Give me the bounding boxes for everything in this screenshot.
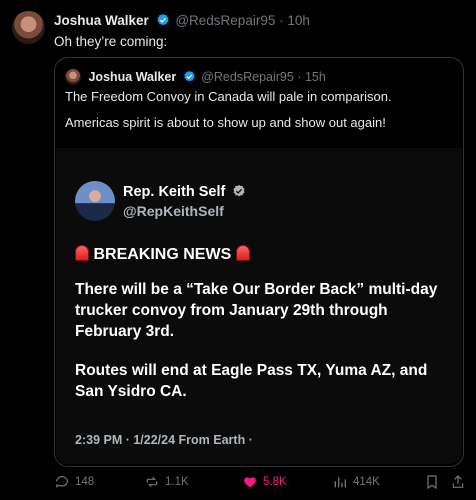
heart-filled-icon: [244, 477, 256, 488]
quoted-author-avatar: [65, 69, 81, 85]
action-bar: 148 1.1K 5.8K 414K: [54, 474, 464, 494]
repost-icon: [146, 476, 158, 488]
views-button[interactable]: 414K: [332, 474, 380, 490]
media-paragraph-2: Routes will end at Eagle Pass TX, Yuma A…: [75, 362, 428, 400]
quoted-post[interactable]: Joshua Walker @RedsRepair95 · 15h The Fr…: [54, 57, 464, 467]
quoted-media-image[interactable]: Rep. Keith Self @RepKeithSelf BREAKING N…: [56, 148, 462, 464]
quoted-author-handle: @RedsRepair95: [201, 70, 294, 84]
media-author-name: Rep. Keith Self: [123, 184, 248, 202]
views-count: 414K: [353, 476, 380, 488]
repost-count: 1.1K: [165, 476, 189, 488]
siren-icon: [235, 245, 250, 261]
dot-separator: ·: [279, 13, 284, 28]
like-count: 5.8K: [263, 476, 287, 488]
siren-icon: [75, 245, 89, 261]
media-author-name-text: Rep. Keith Self: [123, 184, 226, 200]
quoted-author-name: Joshua Walker: [88, 70, 177, 84]
media-author-avatar: [75, 181, 115, 221]
media-body: There will be a “Take Our Border Back” m…: [75, 279, 445, 420]
bookmark-button[interactable]: [424, 474, 440, 490]
author-avatar[interactable]: [12, 11, 45, 44]
quoted-line-1: The Freedom Convoy in Canada will pale i…: [65, 89, 392, 104]
repost-button[interactable]: 1.1K: [144, 474, 189, 490]
like-button[interactable]: 5.8K: [242, 474, 287, 490]
post-header: Joshua Walker @RedsRepair95 · 10h: [54, 13, 310, 30]
verified-icon: [183, 70, 196, 86]
media-author-handle: @RepKeithSelf: [123, 203, 224, 219]
breaking-news-text: BREAKING NEWS: [93, 246, 232, 263]
quoted-line-2: Americas spirit is about to show up and …: [65, 115, 386, 130]
author-name[interactable]: Joshua Walker: [54, 13, 149, 28]
share-icon: [452, 475, 464, 488]
post-time[interactable]: 10h: [287, 13, 310, 28]
quoted-post-header: Joshua Walker @RedsRepair95 · 15h: [65, 69, 326, 86]
analytics-icon: [334, 477, 346, 488]
bookmark-icon: [427, 475, 437, 490]
reply-icon: [55, 476, 68, 488]
media-timestamp: 2:39 PM · 1/22/24 From Earth ·: [75, 433, 253, 447]
quoted-post-text: The Freedom Convoy in Canada will pale i…: [65, 89, 455, 141]
gray-verified-icon: [232, 184, 246, 202]
quoted-post-time: 15h: [304, 70, 326, 84]
dot-separator: ·: [297, 70, 302, 84]
verified-icon: [156, 13, 170, 30]
breaking-news-heading: BREAKING NEWS: [75, 245, 250, 264]
media-paragraph-1: There will be a “Take Our Border Back” m…: [75, 281, 438, 340]
reply-button[interactable]: 148: [54, 474, 94, 490]
reply-count: 148: [75, 476, 95, 488]
post-text: Oh they’re coming:: [54, 34, 168, 49]
share-button[interactable]: [450, 474, 466, 490]
author-handle[interactable]: @RedsRepair95: [175, 13, 275, 28]
